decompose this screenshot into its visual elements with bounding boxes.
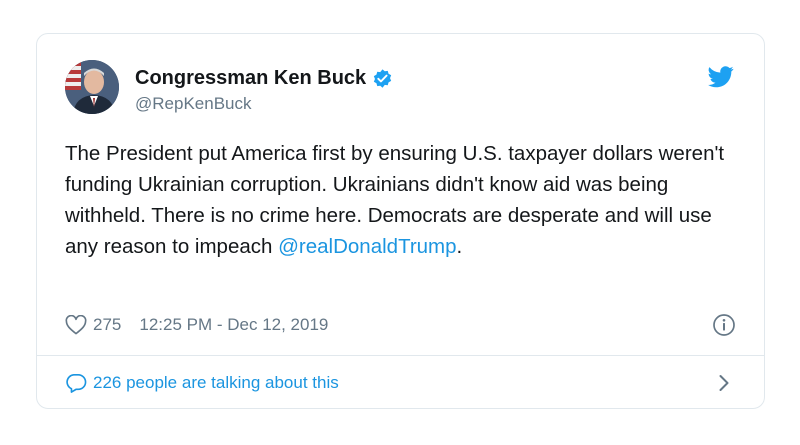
like-count[interactable]: 275 <box>93 315 121 335</box>
conversation-link[interactable]: 226 people are talking about this <box>65 368 736 398</box>
author-handle[interactable]: @RepKenBuck <box>135 94 393 114</box>
verified-badge-icon <box>374 68 392 88</box>
chevron-right-icon[interactable] <box>718 374 730 392</box>
speech-bubble-icon <box>66 374 87 393</box>
display-name[interactable]: Congressman Ken Buck <box>135 67 366 90</box>
display-name-row: Congressman Ken Buck <box>135 64 393 92</box>
tweet-header: Congressman Ken Buck @RepKenBuck <box>65 60 736 120</box>
tweet-trailing: . <box>456 235 463 258</box>
heart-icon[interactable] <box>65 315 87 335</box>
info-icon[interactable] <box>712 313 736 337</box>
timestamp[interactable]: 12:25 PM - Dec 12, 2019 <box>139 315 328 335</box>
tweet-text: The President put America first by ensur… <box>65 138 745 262</box>
tweet-card: Congressman Ken Buck @RepKenBuck The Pre… <box>36 33 765 409</box>
avatar-image <box>65 60 119 114</box>
tweet-meta: 275 12:25 PM - Dec 12, 2019 <box>65 312 736 338</box>
mention-link[interactable]: @realDonaldTrump <box>278 235 456 258</box>
twitter-bird-icon[interactable] <box>708 66 734 88</box>
avatar[interactable] <box>65 60 119 114</box>
author-names: Congressman Ken Buck @RepKenBuck <box>135 64 393 114</box>
conversation-count[interactable]: 226 people are talking about this <box>93 373 339 393</box>
divider <box>37 355 764 356</box>
